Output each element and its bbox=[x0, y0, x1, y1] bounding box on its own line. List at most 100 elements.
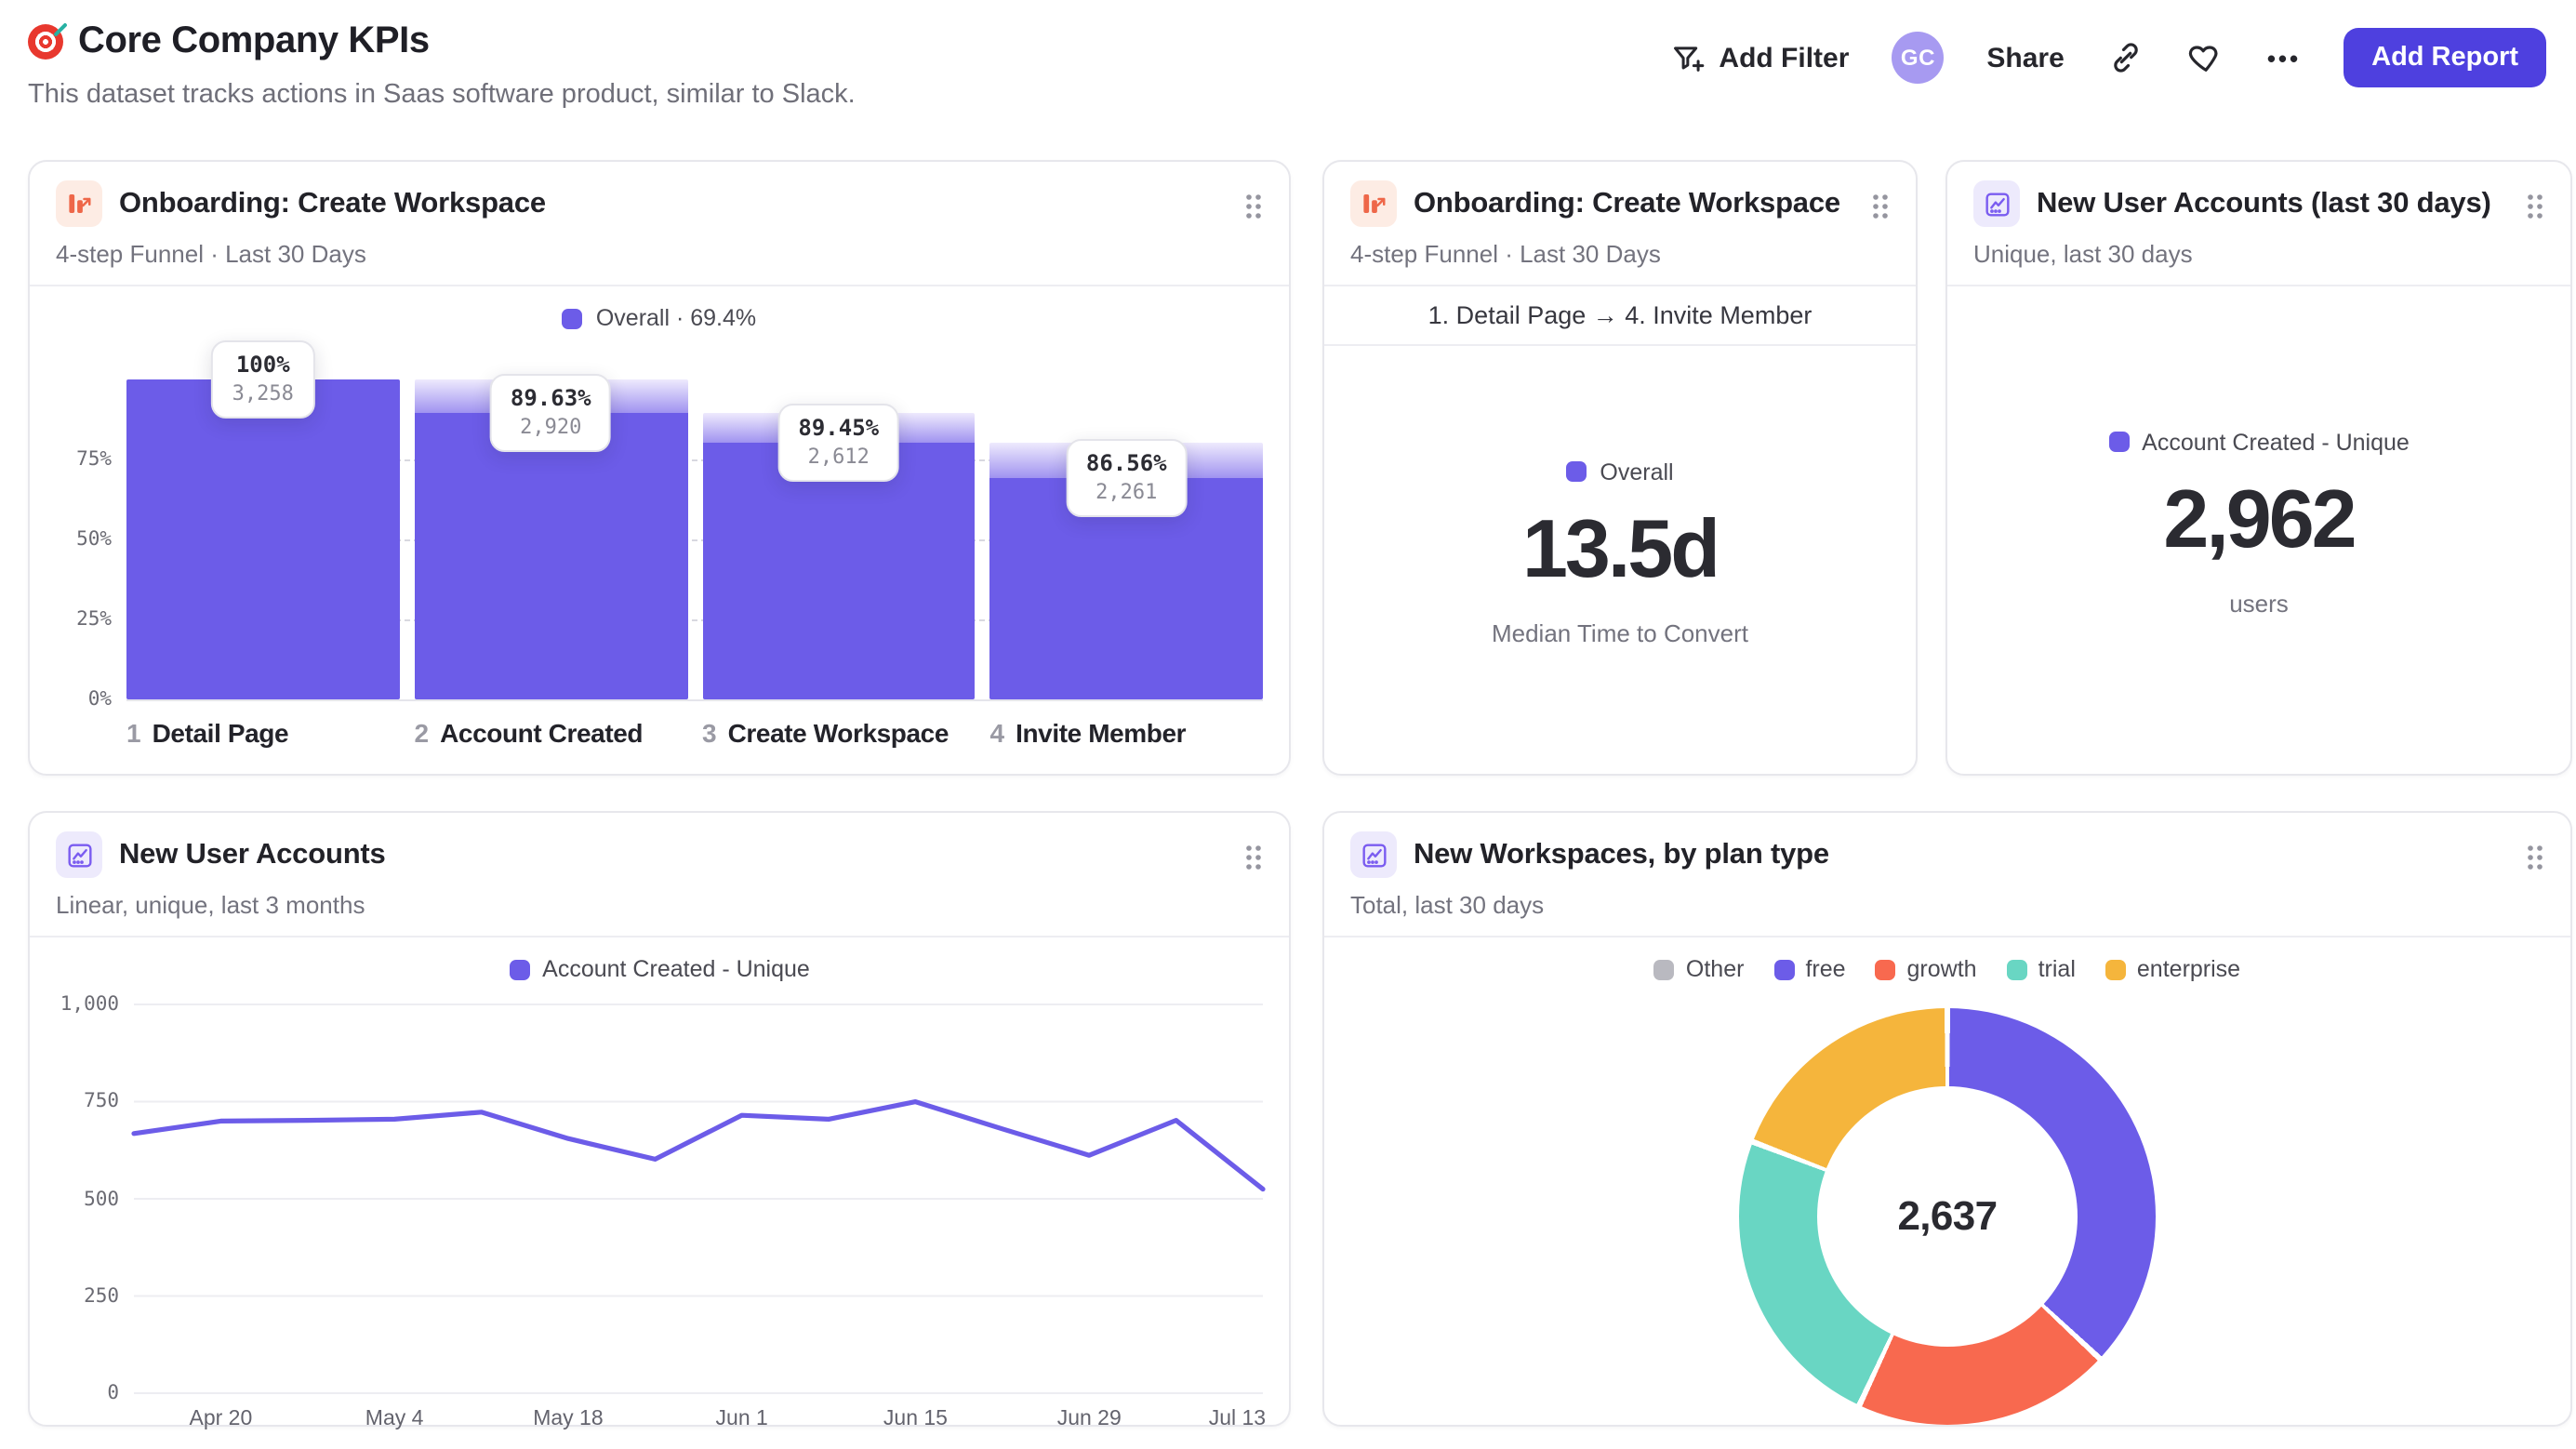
report-subtitle: Unique, last 30 days bbox=[1973, 240, 2193, 268]
funnel-chart-icon bbox=[1350, 180, 1397, 227]
report-title[interactable]: Onboarding: Create Workspace bbox=[1414, 187, 1854, 220]
legend-swatch bbox=[2105, 959, 2126, 979]
card-new-user-accounts-30d: New User Accounts (last 30 days) Unique,… bbox=[1945, 160, 2572, 776]
card-head: New User Accounts (last 30 days) bbox=[1947, 162, 2570, 227]
legend-item-other[interactable]: Other bbox=[1653, 956, 1745, 982]
donut-chart[interactable]: 2,637 bbox=[1739, 1008, 2156, 1425]
line-series[interactable] bbox=[131, 1098, 1266, 1192]
legend-item-trial[interactable]: trial bbox=[2006, 956, 2076, 982]
add-filter-label: Add Filter bbox=[1719, 42, 1850, 73]
x-axis-tick: Jun 29 bbox=[1056, 1408, 1122, 1430]
funnel-tooltip: 89.63% 2,920 bbox=[489, 373, 612, 452]
board-header: Core Company KPIs This dataset tracks ac… bbox=[0, 0, 2576, 110]
donut-total: 2,637 bbox=[1897, 1192, 1998, 1239]
page-subtitle: This dataset tracks actions in Saas soft… bbox=[28, 80, 856, 110]
avatar-initials: GC bbox=[1900, 45, 1936, 71]
report-title[interactable]: New User Accounts bbox=[119, 838, 1228, 871]
card-new-user-accounts-trend: New User Accounts Linear, unique, last 3… bbox=[28, 811, 1291, 1430]
funnel-step-label: 1 Detail Page bbox=[126, 718, 415, 748]
funnel-step-name: Create Workspace bbox=[727, 718, 949, 748]
card-head: Onboarding: Create Workspace bbox=[1324, 162, 1916, 227]
card-new-workspaces-by-plan: New Workspaces, by plan type Total, last… bbox=[1322, 811, 2572, 1427]
legend-item-account-created[interactable]: Account Created - Unique bbox=[2108, 430, 2410, 456]
funnel-bar-fill bbox=[414, 412, 687, 699]
y-axis-tick: 50% bbox=[76, 528, 112, 551]
funnel-step-name: Invite Member bbox=[1016, 718, 1187, 748]
x-axis-tick: Jun 15 bbox=[883, 1408, 948, 1430]
legend-swatch bbox=[1875, 959, 1896, 979]
more-options-button[interactable]: ••• bbox=[2267, 44, 2301, 72]
report-title[interactable]: Onboarding: Create Workspace bbox=[119, 187, 1228, 220]
line-chart-svg[interactable] bbox=[131, 1004, 1266, 1394]
line-chart: 1,000 750 500 250 0 Apr 20 May 4 May 18 Jun 1 Jun… bbox=[56, 993, 1266, 1430]
funnel-step-label: 4 Invite Member bbox=[990, 718, 1279, 748]
add-filter-button[interactable]: Add Filter bbox=[1670, 40, 1849, 75]
metric-block: Overall 13.5d Median Time to Convert bbox=[1324, 333, 1916, 774]
report-title[interactable]: New User Accounts (last 30 days) bbox=[2037, 187, 2509, 220]
favorite-button[interactable] bbox=[2187, 39, 2224, 76]
funnel-tooltip: 86.56% 2,261 bbox=[1065, 438, 1188, 517]
funnel-tooltip-count: 2,612 bbox=[807, 445, 870, 470]
x-axis-tick: Jul 13 bbox=[1208, 1408, 1267, 1430]
legend-label: Other bbox=[1685, 956, 1745, 982]
x-axis-tick: May 18 bbox=[533, 1408, 604, 1430]
drag-handle-icon[interactable] bbox=[1871, 191, 1890, 220]
funnel-tooltip-count: 2,261 bbox=[1095, 479, 1158, 504]
report-subtitle: Linear, unique, last 3 months bbox=[56, 891, 365, 919]
avatar[interactable]: GC bbox=[1892, 32, 1945, 84]
funnel-step-number: 3 bbox=[702, 718, 717, 748]
legend-label: Account Created - Unique bbox=[2142, 429, 2410, 456]
copy-link-button[interactable] bbox=[2107, 39, 2144, 76]
x-axis-line bbox=[126, 699, 1263, 701]
board-title-row: Core Company KPIs bbox=[28, 20, 856, 63]
legend-label: enterprise bbox=[2136, 956, 2241, 982]
x-axis-tick: Apr 20 bbox=[189, 1408, 253, 1430]
legend-label: Account Created - Unique bbox=[542, 956, 810, 982]
metric-caption: Median Time to Convert bbox=[1491, 619, 1748, 648]
line-chart-icon bbox=[1973, 180, 2020, 227]
drag-handle-icon[interactable] bbox=[1244, 842, 1263, 871]
divider bbox=[30, 936, 1289, 937]
y-axis-tick: 1,000 bbox=[60, 993, 119, 1016]
drag-handle-icon[interactable] bbox=[1244, 191, 1263, 220]
drag-handle-icon[interactable] bbox=[2526, 842, 2544, 871]
legend-item-account-created[interactable]: Account Created - Unique bbox=[30, 956, 1289, 982]
funnel-step-label: 3 Create Workspace bbox=[702, 718, 990, 748]
link-icon bbox=[2107, 39, 2144, 76]
card-onboarding-funnel: Onboarding: Create Workspace 4-step Funn… bbox=[28, 160, 1291, 776]
legend-item-overall[interactable]: Overall bbox=[1566, 459, 1674, 485]
funnel-bar[interactable] bbox=[126, 379, 400, 699]
funnel-tooltip-pct: 100% bbox=[235, 352, 290, 378]
legend-swatch bbox=[562, 308, 583, 328]
legend-swatch bbox=[509, 959, 530, 979]
dashboard-page: Core Company KPIs This dataset tracks ac… bbox=[0, 0, 2576, 1449]
legend-item-growth[interactable]: growth bbox=[1875, 956, 1977, 982]
metric-block: Account Created - Unique 2,962 users bbox=[1947, 273, 2570, 774]
funnel-step-name: Detail Page bbox=[152, 718, 289, 748]
divider bbox=[1324, 936, 2570, 937]
x-axis-tick: May 4 bbox=[365, 1408, 424, 1430]
y-axis-tick: 0% bbox=[87, 688, 112, 711]
share-button[interactable]: Share bbox=[1986, 42, 2064, 73]
funnel-chart-icon bbox=[56, 180, 102, 227]
funnel-tooltip-pct: 89.45% bbox=[798, 415, 880, 442]
report-title[interactable]: New Workspaces, by plan type bbox=[1414, 838, 2509, 871]
legend-label: Overall bbox=[1600, 459, 1674, 485]
heart-icon bbox=[2187, 39, 2224, 76]
line-chart-icon bbox=[56, 831, 102, 878]
card-median-time-to-convert: Onboarding: Create Workspace 4-step Funn… bbox=[1322, 160, 1918, 776]
donut-wrap: 2,637 bbox=[1324, 1008, 2570, 1425]
board-header-left: Core Company KPIs This dataset tracks ac… bbox=[28, 20, 856, 110]
share-label: Share bbox=[1986, 42, 2065, 73]
add-report-button[interactable]: Add Report bbox=[2344, 28, 2546, 87]
legend-item-enterprise[interactable]: enterprise bbox=[2105, 956, 2240, 982]
y-axis-tick: 0 bbox=[107, 1382, 119, 1404]
funnel-chart: 75% 50% 25% 0% 100% 3,258 1 Detail Page 89.63% 2,… bbox=[56, 340, 1263, 748]
legend-item-free[interactable]: free bbox=[1773, 956, 1846, 982]
legend-item-overall[interactable]: Overall · 69.4% bbox=[30, 305, 1289, 331]
card-head: New Workspaces, by plan type bbox=[1324, 813, 2570, 878]
card-head: New User Accounts bbox=[30, 813, 1289, 878]
board-header-actions: Add Filter GC Share ••• Add Report bbox=[1670, 28, 2546, 87]
drag-handle-icon[interactable] bbox=[2526, 191, 2544, 220]
report-subtitle: Total, last 30 days bbox=[1350, 891, 1545, 919]
